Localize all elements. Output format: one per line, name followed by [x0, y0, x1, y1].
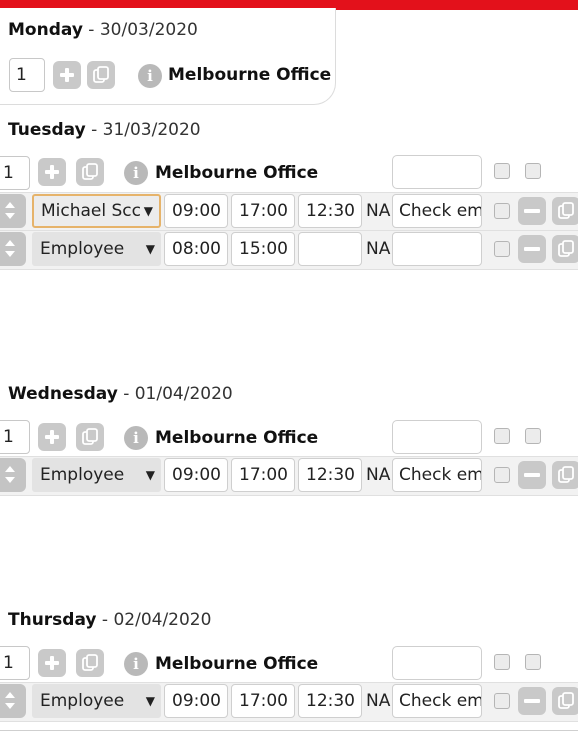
thursday-header: Thursday - 02/04/2020: [8, 609, 211, 631]
break-time-input[interactable]: 12:30: [298, 684, 362, 718]
thursday-copy-button[interactable]: [76, 649, 104, 677]
day-name: Wednesday: [8, 384, 118, 404]
remove-shift-button[interactable]: [518, 687, 546, 715]
employee-select-value: Employee: [40, 691, 125, 711]
thursday-day-note-input[interactable]: [392, 646, 482, 680]
thursday-checkbox-b[interactable]: [525, 654, 541, 670]
break-time-input[interactable]: 12:30: [298, 194, 362, 228]
shift-note-input[interactable]: Check em: [392, 194, 482, 228]
na-label: NA: [366, 201, 391, 221]
shift-checkbox[interactable]: [494, 203, 510, 219]
wednesday-header: Wednesday - 01/04/2020: [8, 383, 233, 405]
remove-shift-button[interactable]: [518, 461, 546, 489]
employee-select-value: Employee: [40, 465, 125, 485]
end-time-input[interactable]: 17:00: [231, 194, 295, 228]
monday-header: Monday - 30/03/2020: [8, 19, 198, 41]
shift-note-input[interactable]: Check em: [392, 458, 482, 492]
caret-down-icon: ▼: [145, 694, 155, 708]
copy-shift-button[interactable]: [552, 687, 578, 715]
start-time-input[interactable]: 08:00: [164, 232, 228, 266]
tuesday-qty-input[interactable]: 1: [0, 156, 30, 190]
sort-icon[interactable]: [0, 232, 26, 266]
shift-checkbox[interactable]: [494, 693, 510, 709]
copy-icon: [558, 466, 574, 483]
thursday-qty-input[interactable]: 1: [0, 646, 30, 680]
employee-select[interactable]: Employee ▼: [32, 684, 161, 718]
start-time-input[interactable]: 09:00: [164, 684, 228, 718]
caret-down-icon: ▼: [143, 204, 153, 218]
bottom-divider: [0, 730, 578, 731]
copy-icon: [82, 428, 98, 445]
day-date: - 31/03/2020: [85, 120, 201, 140]
tuesday-add-button[interactable]: [38, 158, 66, 186]
remove-shift-button[interactable]: [518, 197, 546, 225]
tuesday-checkbox-a[interactable]: [494, 163, 510, 179]
employee-select[interactable]: Michael Scc ▼: [32, 194, 161, 228]
info-icon[interactable]: i: [124, 161, 148, 185]
wednesday-day-note-input[interactable]: [392, 420, 482, 454]
na-label: NA: [366, 465, 391, 485]
wednesday-checkbox-a[interactable]: [494, 428, 510, 444]
day-date: - 01/04/2020: [117, 384, 233, 404]
shift-note-input[interactable]: Check em: [392, 684, 482, 718]
break-time-input[interactable]: [298, 232, 362, 266]
tuesday-office-label: Melbourne Office: [155, 163, 319, 183]
day-name: Tuesday: [8, 120, 86, 140]
info-icon[interactable]: i: [138, 64, 162, 88]
tuesday-header: Tuesday - 31/03/2020: [8, 119, 201, 141]
employee-select[interactable]: Employee ▼: [32, 232, 161, 266]
sort-icon[interactable]: [0, 684, 26, 718]
wednesday-add-button[interactable]: [38, 423, 66, 451]
end-time-input[interactable]: 17:00: [231, 684, 295, 718]
employee-select-value: Employee: [40, 239, 125, 259]
wednesday-qty-input[interactable]: 1: [0, 420, 30, 454]
shift-checkbox[interactable]: [494, 241, 510, 257]
thursday-add-button[interactable]: [38, 649, 66, 677]
copy-shift-button[interactable]: [552, 461, 578, 489]
monday-qty-input[interactable]: 1: [9, 58, 45, 92]
copy-icon: [558, 692, 574, 709]
copy-icon: [82, 654, 98, 671]
wednesday-checkbox-b[interactable]: [525, 428, 541, 444]
day-name: Thursday: [8, 610, 97, 630]
start-time-input[interactable]: 09:00: [164, 194, 228, 228]
wednesday-office-label: Melbourne Office: [155, 428, 319, 448]
thursday-checkbox-a[interactable]: [494, 654, 510, 670]
monday-office-label: Melbourne Office: [168, 65, 332, 85]
thursday-office-label: Melbourne Office: [155, 654, 319, 674]
copy-icon: [558, 202, 574, 219]
end-time-input[interactable]: 15:00: [231, 232, 295, 266]
tuesday-day-note-input[interactable]: [392, 155, 482, 189]
employee-select[interactable]: Employee ▼: [32, 458, 161, 492]
monday-copy-button[interactable]: [87, 61, 115, 89]
break-time-input[interactable]: 12:30: [298, 458, 362, 492]
day-date: - 02/04/2020: [96, 610, 212, 630]
employee-select-value: Michael Scc: [41, 201, 141, 221]
sort-icon[interactable]: [0, 458, 26, 492]
remove-shift-button[interactable]: [518, 235, 546, 263]
shift-checkbox[interactable]: [494, 467, 510, 483]
caret-down-icon: ▼: [145, 468, 155, 482]
copy-icon: [82, 163, 98, 180]
na-label: NA: [366, 691, 391, 711]
copy-icon: [558, 240, 574, 257]
wednesday-copy-button[interactable]: [76, 423, 104, 451]
tuesday-copy-button[interactable]: [76, 158, 104, 186]
sort-icon[interactable]: [0, 194, 26, 228]
na-label: NA: [366, 239, 391, 259]
day-date: - 30/03/2020: [82, 20, 198, 40]
start-time-input[interactable]: 09:00: [164, 458, 228, 492]
caret-down-icon: ▼: [145, 242, 155, 256]
copy-icon: [93, 66, 109, 83]
info-icon[interactable]: i: [124, 426, 148, 450]
day-name: Monday: [8, 20, 83, 40]
monday-add-button[interactable]: [53, 61, 81, 89]
tuesday-checkbox-b[interactable]: [525, 163, 541, 179]
info-icon[interactable]: i: [124, 652, 148, 676]
copy-shift-button[interactable]: [552, 197, 578, 225]
end-time-input[interactable]: 17:00: [231, 458, 295, 492]
shift-note-input[interactable]: [392, 232, 482, 266]
copy-shift-button[interactable]: [552, 235, 578, 263]
